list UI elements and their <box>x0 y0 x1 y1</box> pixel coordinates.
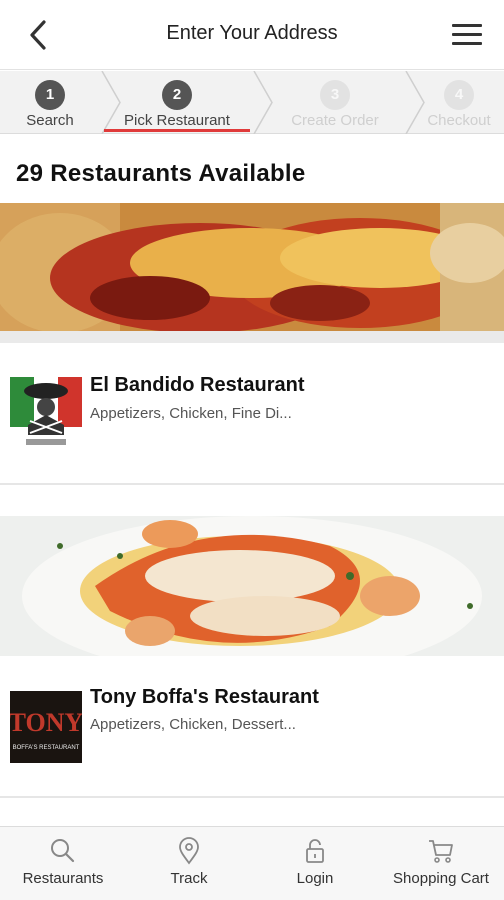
hamburger-menu-icon <box>450 24 484 45</box>
tab-label: Shopping Cart <box>393 870 489 887</box>
step-pick-restaurant[interactable]: 2 Pick Restaurant <box>102 71 252 134</box>
page-title: Enter Your Address <box>166 22 338 44</box>
location-pin-icon <box>179 837 199 865</box>
step-label: Pick Restaurant <box>124 112 230 129</box>
step-number: 1 <box>35 80 65 110</box>
restaurant-card[interactable]: El Bandido Restaurant Appetizers, Chicke… <box>0 203 504 485</box>
restaurant-info[interactable]: El Bandido Restaurant Appetizers, Chicke… <box>0 343 504 485</box>
tab-label: Track <box>170 870 208 887</box>
step-search[interactable]: 1 Search <box>0 71 100 134</box>
restaurant-name[interactable]: Tony Boffa's Restaurant <box>90 686 319 709</box>
step-create-order[interactable]: 3 Create Order <box>270 71 400 134</box>
restaurant-name[interactable]: El Bandido Restaurant <box>90 374 304 397</box>
order-steps: 1 Search 2 Pick Restaurant 3 Create Orde… <box>0 71 504 134</box>
tab-shopping-cart[interactable]: Shopping Cart <box>378 827 504 900</box>
restaurant-tags: Appetizers, Chicken, Fine Di... <box>90 405 292 422</box>
top-bar: Enter Your Address <box>0 0 504 70</box>
tab-track[interactable]: Track <box>126 827 252 900</box>
restaurant-logo: TONY BOFFA'S RESTAURANT <box>10 691 82 763</box>
step-label: Checkout <box>427 112 491 129</box>
search-icon <box>51 839 75 863</box>
logo-subtext: BOFFA'S RESTAURANT <box>13 745 80 751</box>
tab-login[interactable]: Login <box>252 827 378 900</box>
step-label: Create Order <box>291 112 379 129</box>
restaurant-photo[interactable] <box>0 516 504 656</box>
step-number: 4 <box>444 80 474 110</box>
restaurant-logo <box>10 377 82 449</box>
logo-text: TONY <box>10 708 82 737</box>
restaurant-photo[interactable] <box>0 203 504 343</box>
cart-icon <box>429 840 453 863</box>
tab-label: Restaurants <box>22 870 104 887</box>
restaurants-count-heading: 29 Restaurants Available <box>16 160 306 187</box>
restaurant-info[interactable]: TONY BOFFA'S RESTAURANT Tony Boffa's Res… <box>0 656 504 798</box>
menu-button[interactable] <box>450 20 484 50</box>
tab-restaurants[interactable]: Restaurants <box>0 827 126 900</box>
bottom-tab-bar: Restaurants Track Login Shopping Cart <box>0 826 504 900</box>
step-number: 3 <box>320 80 350 110</box>
step-label: Search <box>26 112 74 129</box>
restaurant-tags: Appetizers, Chicken, Dessert... <box>90 716 296 733</box>
lock-icon <box>306 839 324 863</box>
step-number: 2 <box>162 80 192 110</box>
step-checkout[interactable]: 4 Checkout <box>414 71 504 134</box>
tab-label: Login <box>296 870 334 887</box>
restaurant-card[interactable]: TONY BOFFA'S RESTAURANT Tony Boffa's Res… <box>0 516 504 798</box>
active-step-underline <box>104 129 250 132</box>
